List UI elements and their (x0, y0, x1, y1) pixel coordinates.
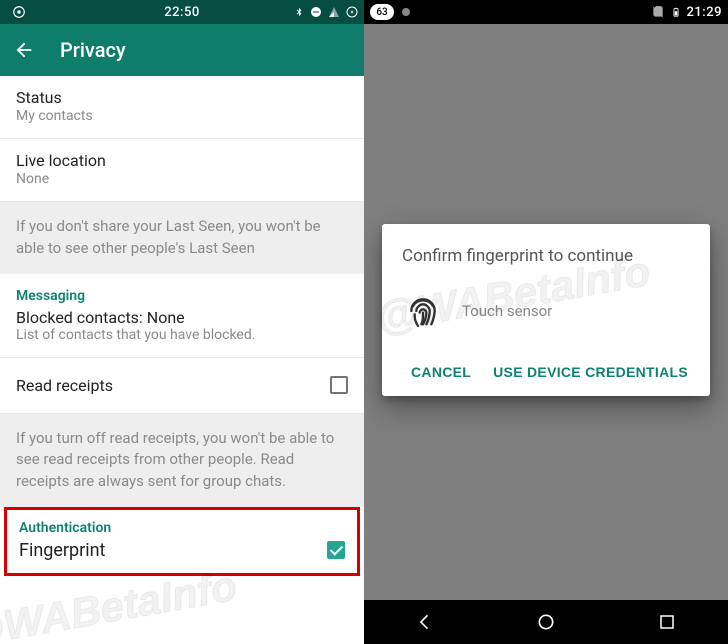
setting-live-location-value: None (16, 171, 348, 187)
sensor-row: Touch sensor (402, 290, 690, 332)
notification-badge: 63 (370, 4, 394, 20)
fingerprint-checkbox[interactable] (327, 541, 345, 559)
notification-dot-icon (400, 6, 412, 18)
nav-home-button[interactable] (534, 610, 558, 634)
nav-recents-button[interactable] (655, 610, 679, 634)
section-authentication-header: Authentication (19, 520, 345, 536)
fingerprint-dialog: Confirm fingerprint to continue Touch se… (382, 224, 710, 396)
setting-live-location[interactable]: Live location None (0, 139, 364, 202)
nav-back-button[interactable] (413, 610, 437, 634)
setting-status-title: Status (16, 88, 348, 107)
status-bar: 22:50 (0, 0, 364, 24)
setting-live-location-title: Live location (16, 151, 348, 170)
no-sim-icon (651, 5, 665, 19)
dialog-title: Confirm fingerprint to continue (402, 246, 690, 266)
status-bar: 63 21:29 (364, 0, 728, 24)
status-time: 21:29 (687, 5, 722, 20)
setting-read-receipts[interactable]: Read receipts (0, 358, 364, 414)
blocked-title: Blocked contacts: None (16, 308, 348, 327)
last-seen-note: If you don't share your Last Seen, you w… (0, 202, 364, 274)
dialog-actions: CANCEL USE DEVICE CREDENTIALS (402, 358, 690, 386)
use-device-credentials-button[interactable]: USE DEVICE CREDENTIALS (491, 358, 690, 386)
blocked-subtitle: List of contacts that you have blocked. (16, 327, 348, 343)
dialog-hint: Touch sensor (462, 302, 552, 320)
back-button[interactable] (12, 38, 36, 62)
setting-authentication-highlight: Authentication Fingerprint (4, 507, 360, 576)
read-receipts-checkbox[interactable] (330, 376, 348, 394)
dnd-icon (310, 6, 322, 18)
target-icon (12, 5, 26, 19)
screenshot-privacy-settings: 22:50 Privacy Status My contacts Live lo… (0, 0, 364, 644)
fingerprint-title: Fingerprint (19, 540, 327, 561)
bluetooth-icon (294, 5, 304, 19)
fingerprint-icon (402, 290, 444, 332)
app-bar: Privacy (0, 24, 364, 76)
signal-icon (328, 6, 340, 18)
read-receipts-note: If you turn off read receipts, you won't… (0, 414, 364, 507)
page-title: Privacy (60, 38, 126, 62)
setting-status-value: My contacts (16, 108, 348, 124)
setting-fingerprint[interactable]: Fingerprint (19, 540, 345, 561)
battery-charging-icon (346, 6, 358, 18)
setting-blocked-contacts[interactable]: Blocked contacts: None List of contacts … (0, 306, 364, 358)
battery-icon (671, 5, 681, 19)
read-receipts-title: Read receipts (16, 376, 330, 395)
screenshot-fingerprint-dialog: 63 21:29 Confirm fingerprint to continue (364, 0, 728, 644)
setting-status[interactable]: Status My contacts (0, 76, 364, 139)
status-time: 22:50 (76, 5, 288, 20)
navigation-bar (364, 600, 728, 644)
section-messaging-header: Messaging (0, 274, 364, 306)
cancel-button[interactable]: CANCEL (409, 358, 473, 386)
